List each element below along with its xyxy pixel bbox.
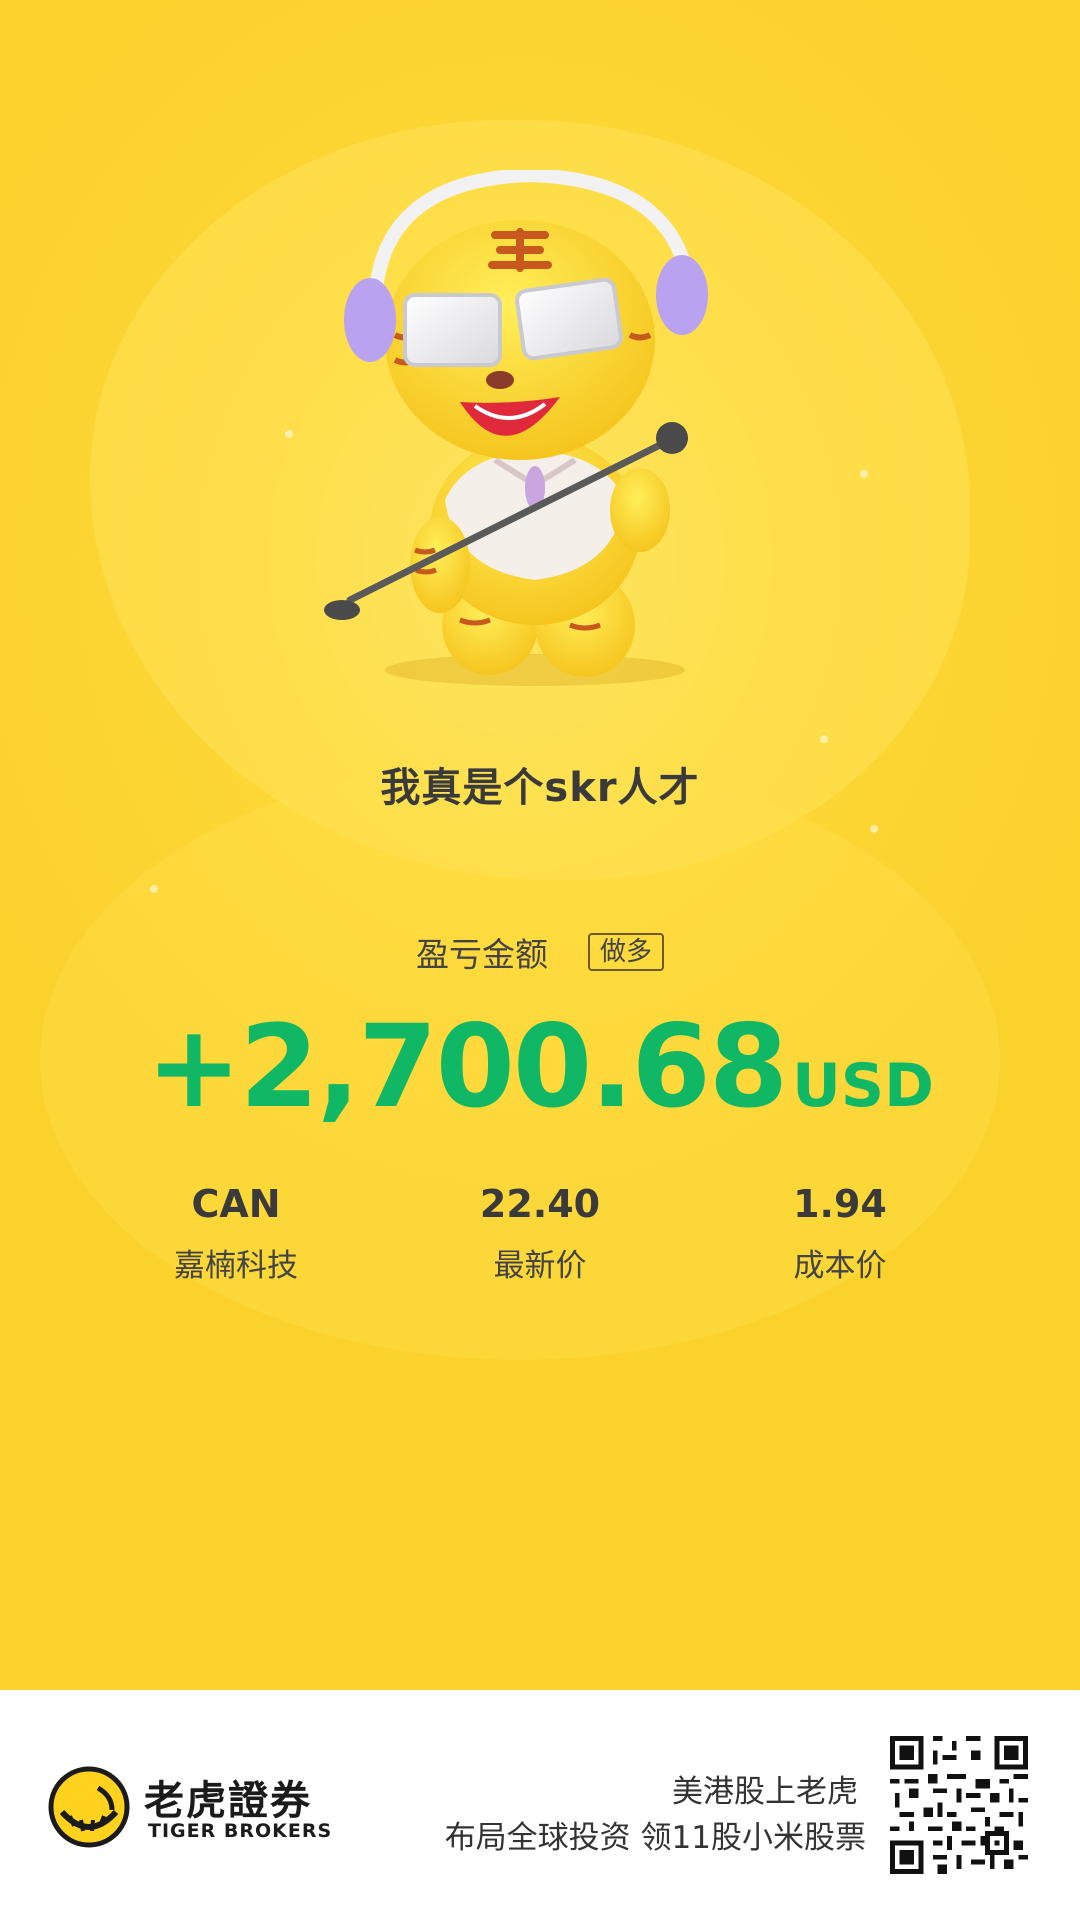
stat-cost-price: 1.94 成本价 (690, 1182, 990, 1285)
sparkle (870, 825, 878, 833)
stat-ticker: CAN 嘉楠科技 (86, 1182, 386, 1285)
sparkle (285, 430, 293, 438)
tiger-brokers-logo-icon (48, 1766, 130, 1848)
qr-code-icon[interactable] (890, 1736, 1028, 1874)
sparkle (820, 735, 828, 743)
latest-price-label: 最新价 (493, 1248, 587, 1284)
cost-price-label: 成本价 (793, 1248, 887, 1284)
slogan-line-1: 美港股上老虎 (672, 1774, 858, 1810)
pnl-currency: USD (792, 1051, 934, 1121)
slogan-line-2: 布局全球投资 领11股小米股票 (444, 1820, 866, 1856)
footer: 老虎證券 TIGER BROKERS 美港股上老虎 布局全球投资 领11股小米股… (0, 1690, 1080, 1920)
brand-name-cn: 老虎證券 (144, 1778, 312, 1824)
cost-price-value: 1.94 (793, 1182, 887, 1226)
sparkle (860, 470, 868, 478)
tiger-mascot-icon (324, 170, 708, 686)
pnl-amount: +2,700.68 USD (0, 1000, 1080, 1133)
pnl-label: 盈亏金额 (415, 935, 548, 974)
company-name: 嘉楠科技 (174, 1248, 298, 1284)
stat-latest-price: 22.40 最新价 (390, 1182, 690, 1285)
headline: 我真是个skr人才 (380, 765, 700, 811)
share-poster: 我真是个skr人才 盈亏金额 做多 +2,700.68 USD CAN 嘉楠科技 … (0, 0, 1080, 1690)
brand-name-en: TIGER BROKERS (148, 1820, 333, 1842)
pnl-amount-value: +2,700.68 (146, 1000, 788, 1133)
ticker-symbol: CAN (191, 1182, 281, 1226)
pnl-label-row: 盈亏金额 做多 (0, 928, 1080, 976)
sparkle (150, 885, 158, 893)
latest-price-value: 22.40 (479, 1182, 601, 1226)
direction-badge: 做多 (587, 933, 664, 971)
